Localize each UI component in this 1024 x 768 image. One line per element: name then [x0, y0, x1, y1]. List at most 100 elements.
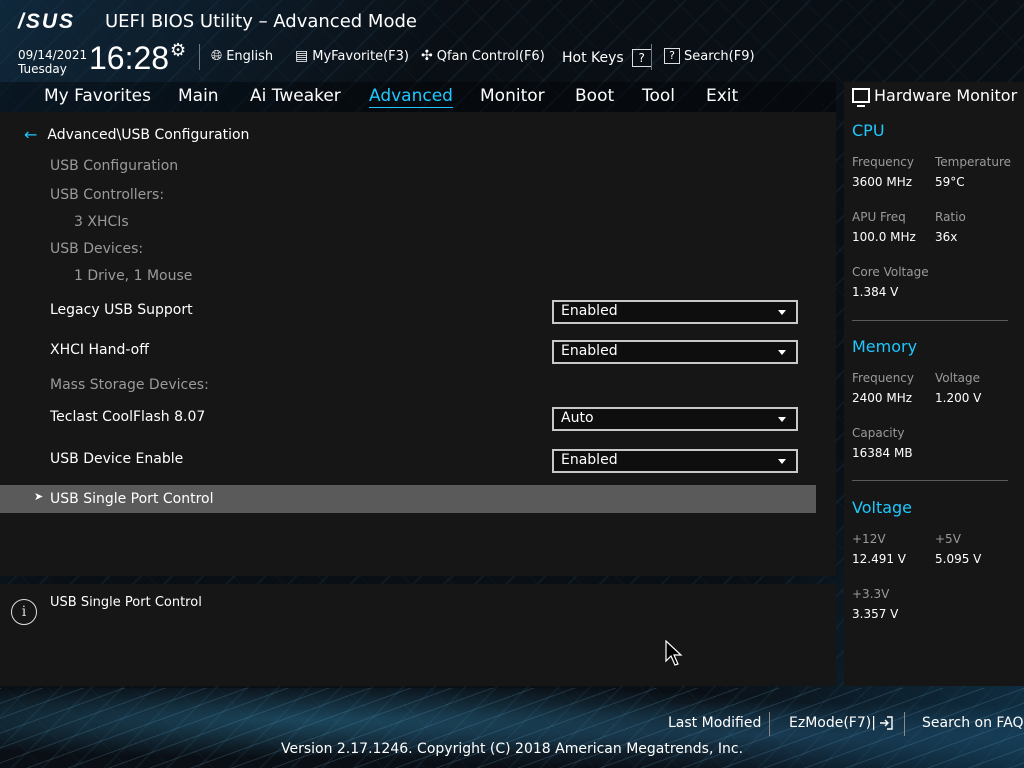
- legacy-usb-support-label: Legacy USB Support: [50, 302, 193, 318]
- memory-capacity-label: Capacity: [852, 426, 905, 440]
- memory-frequency-value: 2400 MHz: [852, 391, 913, 405]
- memory-capacity-value: 16384 MB: [852, 446, 913, 460]
- ezmode-button[interactable]: EzMode(F7)|: [789, 715, 894, 731]
- cpu-heading: CPU: [852, 121, 885, 140]
- divider: [199, 44, 200, 70]
- divider: [769, 712, 770, 736]
- memory-heading: Memory: [852, 337, 918, 356]
- usb-device-enable-label: USB Device Enable: [50, 451, 184, 467]
- mass-storage-devices-label: Mass Storage Devices:: [50, 377, 209, 393]
- memory-voltage-value: 1.200 V: [935, 391, 982, 405]
- ratio-label: Ratio: [935, 210, 966, 224]
- monitor-icon: [852, 88, 870, 107]
- v33-value: 3.357 V: [852, 607, 899, 621]
- hardware-monitor-title: Hardware Monitor: [852, 86, 1018, 107]
- chevron-down-icon: [778, 417, 786, 422]
- teclast-coolflash-select[interactable]: Auto: [552, 407, 798, 431]
- help-text: USB Single Port Control: [50, 595, 202, 610]
- divider: [904, 712, 905, 736]
- search-help-icon: ?: [664, 48, 680, 64]
- legacy-usb-support-value: Enabled: [561, 303, 618, 319]
- xhci-hand-off-label: XHCI Hand-off: [50, 342, 149, 358]
- search-on-faq-button[interactable]: Search on FAQ: [922, 715, 1024, 731]
- voltage-heading: Voltage: [852, 498, 913, 517]
- usb-single-port-control-row[interactable]: ➤ USB Single Port Control: [0, 485, 816, 513]
- usb-single-port-control-label: USB Single Port Control: [50, 491, 214, 507]
- ezmode-label: EzMode(F7)|: [789, 715, 876, 731]
- usb-devices-value: 1 Drive, 1 Mouse: [74, 268, 193, 284]
- copyright-text: Version 2.17.1246. Copyright (C) 2018 Am…: [0, 741, 1024, 757]
- legacy-usb-support-select[interactable]: Enabled: [552, 300, 798, 324]
- usb-device-enable-select[interactable]: Enabled: [552, 449, 798, 473]
- cpu-frequency-label: Frequency: [852, 155, 914, 169]
- main-panel: ← Advanced\USB Configuration USB Configu…: [0, 112, 836, 576]
- clock[interactable]: 16:28: [89, 40, 169, 77]
- chevron-right-icon: ➤: [34, 490, 44, 503]
- hardware-monitor-panel: Hardware Monitor CPU Frequency Temperatu…: [844, 82, 1024, 686]
- tab-my-favorites[interactable]: My Favorites: [44, 86, 151, 106]
- apu-freq-value: 100.0 MHz: [852, 230, 916, 244]
- cpu-temperature-value: 59°C: [935, 175, 965, 189]
- date-display: 09/14/2021 Tuesday: [18, 48, 87, 76]
- main-tabs: My Favorites Main Ai Tweaker Advanced Mo…: [0, 82, 836, 112]
- tab-exit[interactable]: Exit: [706, 86, 738, 106]
- breadcrumb-path: Advanced\USB Configuration: [47, 126, 250, 143]
- search-label: Search(F9): [684, 48, 755, 64]
- qfan-label: Qfan Control(F6): [436, 48, 545, 64]
- usb-controllers-label: USB Controllers:: [50, 187, 165, 203]
- tab-boot[interactable]: Boot: [575, 86, 614, 106]
- tab-main[interactable]: Main: [178, 86, 219, 106]
- usb-devices-label: USB Devices:: [50, 241, 144, 257]
- ratio-value: 36x: [935, 230, 958, 244]
- list-icon: ▤: [295, 48, 309, 64]
- tab-ai-tweaker[interactable]: Ai Tweaker: [250, 86, 341, 106]
- myfavorite-label: MyFavorite(F3): [312, 48, 409, 64]
- window-title: UEFI BIOS Utility – Advanced Mode: [105, 11, 417, 32]
- date: 09/14/2021: [18, 48, 88, 62]
- qfan-control-button[interactable]: ✣ Qfan Control(F6): [421, 48, 545, 64]
- memory-frequency-label: Frequency: [852, 371, 914, 385]
- breadcrumb[interactable]: ← Advanced\USB Configuration: [24, 125, 249, 144]
- globe-icon: 🌐︎: [211, 48, 223, 64]
- chevron-down-icon: [778, 350, 786, 355]
- chevron-down-icon: [778, 459, 786, 464]
- hardware-monitor-label: Hardware Monitor: [874, 86, 1018, 105]
- fan-icon: ✣: [421, 48, 433, 64]
- tab-tool[interactable]: Tool: [642, 86, 675, 106]
- weekday: Tuesday: [18, 62, 67, 76]
- exit-arrow-icon: [879, 716, 893, 730]
- divider: [852, 320, 1008, 321]
- language-button[interactable]: 🌐︎ English: [211, 48, 273, 64]
- memory-voltage-label: Voltage: [935, 371, 981, 385]
- last-modified-button[interactable]: Last Modified: [668, 715, 761, 731]
- chevron-down-icon: [778, 310, 786, 315]
- copyright-label: Version 2.17.1246. Copyright (C) 2018 Am…: [280, 741, 744, 757]
- hot-keys-label: Hot Keys: [562, 50, 624, 66]
- back-arrow-icon[interactable]: ←: [24, 125, 37, 144]
- v33-label: +3.3V: [852, 587, 890, 601]
- question-icon: ?: [631, 49, 652, 67]
- usb-configuration-heading: USB Configuration: [50, 158, 179, 174]
- mouse-cursor-icon: [665, 640, 683, 666]
- tab-monitor[interactable]: Monitor: [480, 86, 545, 106]
- hot-keys-button[interactable]: Hot Keys ?: [562, 49, 652, 67]
- v5-value: 5.095 V: [935, 552, 982, 566]
- cpu-temperature-label: Temperature: [935, 155, 1012, 169]
- core-voltage-value: 1.384 V: [852, 285, 899, 299]
- teclast-coolflash-label: Teclast CoolFlash 8.07: [50, 409, 206, 425]
- teclast-coolflash-value: Auto: [561, 410, 594, 426]
- xhci-hand-off-select[interactable]: Enabled: [552, 340, 798, 364]
- divider: [651, 44, 652, 70]
- core-voltage-label: Core Voltage: [852, 265, 929, 279]
- tab-advanced[interactable]: Advanced: [369, 86, 453, 108]
- xhci-hand-off-value: Enabled: [561, 343, 618, 359]
- language-label: English: [226, 48, 274, 64]
- divider: [852, 480, 1008, 481]
- usb-device-enable-value: Enabled: [561, 452, 618, 468]
- myfavorite-button[interactable]: ▤ MyFavorite(F3): [295, 48, 409, 64]
- apu-freq-label: APU Freq: [852, 210, 906, 224]
- help-panel: i USB Single Port Control: [0, 584, 836, 686]
- v12-label: +12V: [852, 532, 886, 546]
- gear-icon[interactable]: ⚙: [170, 40, 186, 61]
- search-button[interactable]: ? Search(F9): [664, 48, 755, 64]
